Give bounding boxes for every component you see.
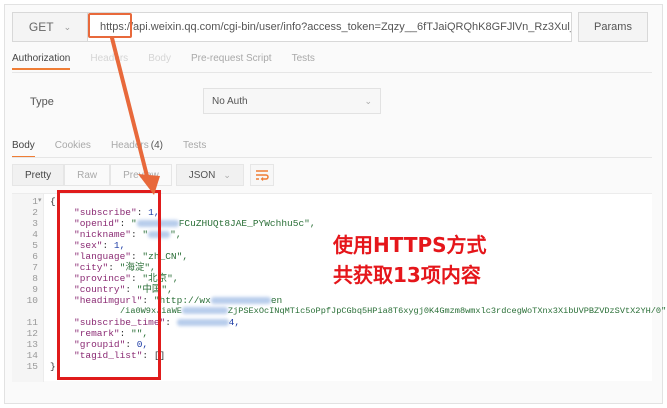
annotation-text: 使用HTTPS方式 共获取13项内容: [333, 230, 487, 290]
annotation-line-2: 共获取13项内容: [333, 263, 481, 287]
annotation-arrow: [110, 36, 160, 195]
annotation-line-1: 使用HTTPS方式: [333, 233, 487, 257]
